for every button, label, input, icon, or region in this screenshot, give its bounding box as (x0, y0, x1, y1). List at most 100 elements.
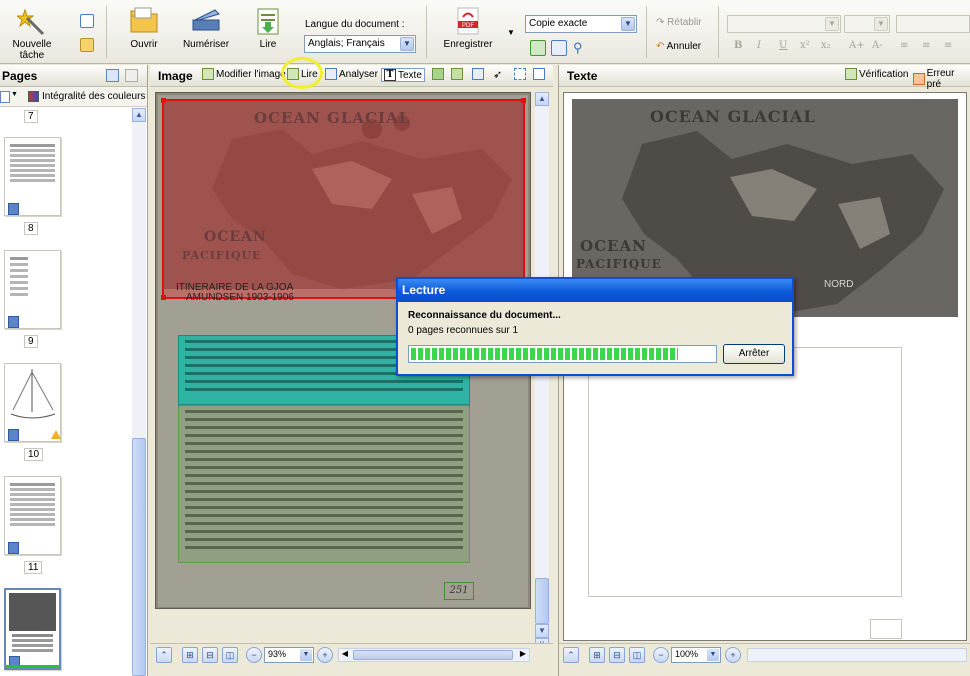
collapse-icon[interactable]: ⌃ (156, 647, 172, 663)
fit-width-icon[interactable]: ⊟ (202, 647, 218, 663)
grow-font-button[interactable]: A+ (849, 40, 865, 51)
save-dropdown-arrow-icon[interactable]: ▼ (507, 28, 515, 37)
pages-subheader: ▼ Intégralité des couleurs (0, 87, 147, 107)
chevron-down-icon[interactable]: ▼ (707, 649, 719, 661)
text-zoom-select[interactable]: 100% ▼ (671, 647, 721, 663)
previous-error-button[interactable]: Erreur pré (913, 68, 970, 90)
italic-button[interactable]: I (757, 40, 761, 51)
save-mode-select[interactable]: Copie exacte ▼ (525, 15, 637, 33)
subscript-button[interactable]: x₂ (821, 40, 831, 51)
scroll-left-icon[interactable]: ◀ (339, 649, 351, 661)
zoom-in-icon[interactable]: + (317, 647, 333, 663)
align-center-icon[interactable]: ≡ (922, 40, 930, 51)
page-move-icon[interactable] (125, 69, 138, 82)
scroll-right-icon[interactable]: ▶ (517, 649, 529, 661)
redo-button[interactable]: ↷ Rétablir (656, 17, 702, 28)
zoom-out-icon[interactable]: − (653, 647, 669, 663)
read-label: Lire (259, 39, 277, 50)
background-zone-icon[interactable] (451, 68, 463, 80)
scroll-thumb[interactable] (132, 438, 146, 676)
bold-button[interactable]: B (734, 40, 742, 51)
page-number-placeholder[interactable] (870, 619, 902, 639)
text-block-placeholder[interactable] (588, 347, 902, 597)
text-zone[interactable] (178, 405, 470, 563)
scan-button[interactable]: Numériser (182, 6, 230, 50)
page-number-zone[interactable]: 251 (444, 582, 474, 600)
layout-icon[interactable] (530, 40, 546, 56)
stop-button[interactable]: Arrêter (723, 344, 785, 364)
gray-map-title-ocean: OCEAN (580, 237, 647, 255)
open-button[interactable]: Ouvrir (122, 6, 166, 50)
new-task-label: Nouvelle tâche (12, 39, 52, 61)
two-pages-icon[interactable]: ◫ (629, 647, 645, 663)
shrink-font-button[interactable]: A- (872, 40, 883, 51)
chevron-down-icon[interactable]: ▼ (400, 37, 414, 51)
new-doc-icon[interactable] (80, 14, 94, 28)
page-thumbnail[interactable] (4, 250, 61, 329)
analyze-button[interactable]: Analyser (325, 68, 378, 80)
chevron-down-icon[interactable]: ▼ (621, 17, 635, 31)
gray-map-title-pacifique: PACIFIQUE (576, 257, 662, 271)
picture-zone-highlight[interactable]: OCEAN GLACIAL OCEAN PACIFIQUE ITINERAIRE… (161, 98, 526, 303)
pointer-icon[interactable]: ➶ (493, 68, 502, 81)
select-zone-icon[interactable] (514, 68, 526, 80)
chevron-down-icon[interactable]: ▼ (300, 649, 312, 661)
fit-page-icon[interactable]: ⊞ (182, 647, 198, 663)
toolbar: Nouvelle tâche Ouvrir Numériser Lire Lan… (0, 0, 970, 64)
save-button[interactable]: PDF Enregistrer (440, 6, 496, 50)
read-doc-icon (257, 8, 279, 35)
two-pages-icon[interactable]: ◫ (222, 647, 238, 663)
doc-view-icon[interactable] (551, 40, 567, 56)
fit-width-icon[interactable]: ⊟ (609, 647, 625, 663)
hscroll-thumb[interactable] (353, 650, 513, 660)
image-zoom-select[interactable]: 93% ▼ (264, 647, 314, 663)
scroll-down-icon[interactable]: ▼ (535, 624, 549, 638)
page-thumbnail[interactable] (4, 363, 61, 442)
superscript-button[interactable]: x² (800, 40, 810, 51)
crop-zone-icon[interactable] (533, 68, 545, 80)
map-title-pacifique: PACIFIQUE (182, 249, 262, 262)
underline-button[interactable]: U (779, 40, 787, 51)
read-button[interactable]: Lire (250, 6, 286, 50)
chevron-down-icon[interactable]: ▼ (874, 17, 888, 31)
align-left-icon[interactable]: ≡ (900, 40, 908, 51)
pages-scrollbar[interactable]: ▲ (132, 108, 146, 676)
page-view-icon[interactable] (0, 91, 10, 103)
font-size-select[interactable]: ▼ (844, 15, 890, 33)
scroll-thumb[interactable] (535, 578, 549, 624)
page-add-icon[interactable] (106, 69, 119, 82)
text-zone-button[interactable]: T Texte (381, 68, 425, 82)
image-hscrollbar[interactable]: ◀ ▶ (338, 648, 530, 662)
verification-button[interactable]: Vérification (845, 68, 908, 80)
copy-icon[interactable] (80, 38, 94, 52)
edit-image-label: Modifier l'image (216, 68, 286, 80)
page-thumbnail-selected[interactable] (4, 588, 61, 670)
language-select[interactable]: Anglais; Français ▼ (304, 35, 416, 53)
text-hscrollbar[interactable] (747, 648, 967, 662)
analyze-label: Analyser (339, 68, 378, 80)
page-thumbnail[interactable] (4, 137, 61, 216)
style-select[interactable] (896, 15, 970, 33)
scroll-up-icon[interactable]: ▲ (132, 108, 146, 122)
font-select[interactable]: ▼ (727, 15, 841, 33)
magic-wand-icon (17, 8, 45, 36)
color-mode-label[interactable]: Intégralité des couleurs (42, 91, 145, 102)
document-icon (8, 429, 19, 441)
edit-image-button[interactable]: Modifier l'image (202, 68, 286, 80)
new-task-button[interactable]: Nouvelle tâche (0, 6, 64, 61)
magnifier-icon[interactable]: ⚲ (573, 41, 587, 55)
dialog-status: Reconnaissance du document... (408, 310, 561, 321)
collapse-icon[interactable]: ⌃ (563, 647, 579, 663)
chevron-down-icon[interactable]: ▼ (825, 17, 839, 31)
zoom-in-icon[interactable]: + (725, 647, 741, 663)
map-thumbnail (9, 593, 56, 631)
chevron-down-icon[interactable]: ▼ (11, 91, 18, 98)
scroll-up-icon[interactable]: ▲ (535, 92, 549, 106)
picture-zone-icon[interactable] (432, 68, 444, 80)
fit-page-icon[interactable]: ⊞ (589, 647, 605, 663)
align-right-icon[interactable]: ≡ (944, 40, 952, 51)
table-zone-icon[interactable] (472, 68, 484, 80)
undo-button[interactable]: ↶ Annuler (656, 41, 701, 52)
zoom-out-icon[interactable]: − (246, 647, 262, 663)
page-thumbnail[interactable] (4, 476, 61, 555)
